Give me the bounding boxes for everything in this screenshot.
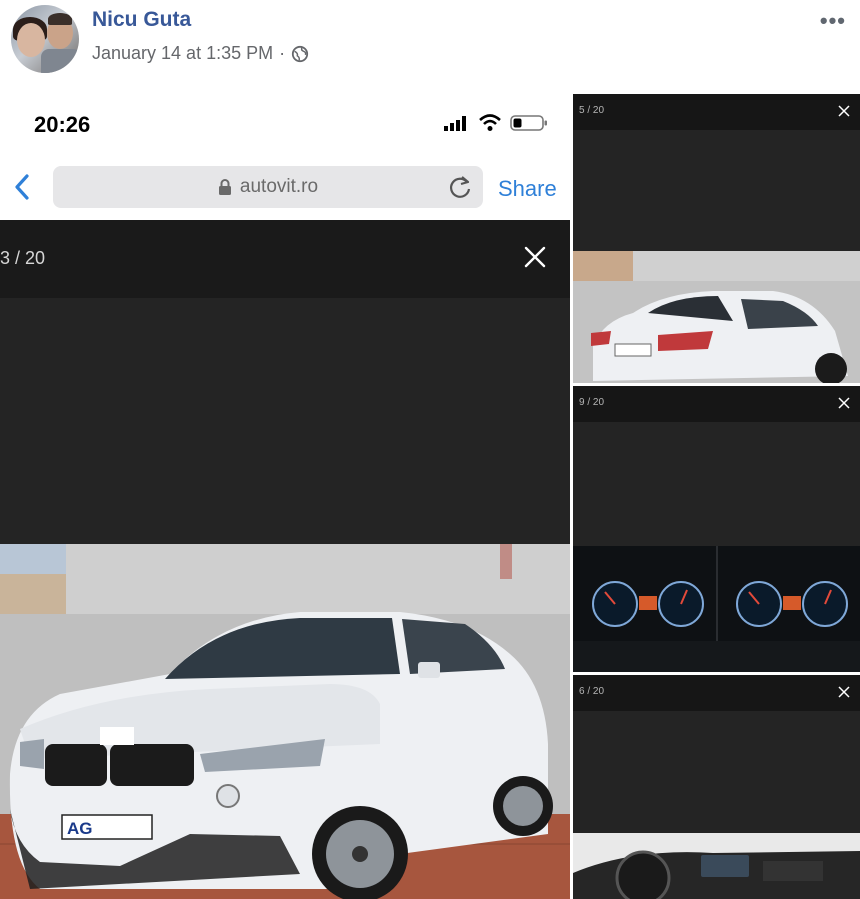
gallery-header: 3 / 20	[0, 220, 570, 298]
share-button[interactable]: Share	[498, 176, 557, 202]
close-icon[interactable]	[524, 246, 546, 268]
interior-dashboard-image	[573, 833, 860, 899]
wifi-icon	[479, 114, 501, 131]
status-clock: 20:26	[34, 112, 91, 137]
instrument-cluster-image	[573, 546, 860, 672]
signal-icon	[444, 116, 466, 131]
thumbnail-header: 9 / 20	[573, 386, 860, 422]
thumbnail-header: 5 / 20	[573, 94, 860, 130]
gallery-counter: 3 / 20	[0, 248, 46, 268]
car-photo-rear	[573, 251, 860, 383]
car-photo-front[interactable]: AG	[0, 544, 570, 899]
interior-dashboard-photo	[573, 833, 860, 899]
thumbnail-empty-area	[573, 422, 860, 546]
reload-icon[interactable]	[447, 174, 473, 200]
thumbnail-counter: 5 / 20	[579, 105, 605, 116]
white-suv-rear-image	[573, 251, 860, 383]
thumbnail-empty-area	[573, 130, 860, 251]
more-options-icon[interactable]: •••	[820, 8, 846, 34]
url-text: autovit.ro	[239, 176, 319, 197]
thumbnail-empty-area	[573, 711, 860, 833]
close-icon[interactable]	[838, 105, 850, 117]
globe-icon[interactable]	[291, 45, 309, 63]
author-avatar[interactable]	[11, 5, 79, 73]
instrument-cluster-photo	[573, 546, 860, 672]
post-timestamp[interactable]: January 14 at 1:35 PM	[92, 43, 273, 64]
plate-text: AG	[67, 819, 93, 838]
battery-icon	[510, 115, 547, 131]
thumbnail-header: 6 / 20	[573, 675, 860, 711]
thumbnail-1[interactable]: 5 / 20	[573, 94, 860, 383]
white-suv-front-image: AG	[0, 544, 570, 899]
main-screenshot[interactable]: 20:26 autovit.ro Share 3 / 20 AG	[0, 94, 570, 899]
close-icon[interactable]	[838, 686, 850, 698]
meta-separator: ·	[279, 43, 286, 63]
lock-icon	[218, 179, 231, 195]
close-icon[interactable]	[838, 397, 850, 409]
status-icons	[444, 114, 548, 132]
ios-status-bar: 20:26	[0, 94, 570, 156]
back-chevron-icon[interactable]	[10, 172, 34, 202]
thumbnail-counter: 9 / 20	[579, 397, 605, 408]
thumbnail-counter: 6 / 20	[579, 686, 605, 697]
post-meta: January 14 at 1:35 PM ·	[92, 43, 309, 64]
author-name-link[interactable]: Nicu Guta	[92, 8, 191, 32]
gallery-empty-area	[0, 298, 570, 544]
url-field[interactable]: autovit.ro	[53, 166, 483, 208]
post-header: Nicu Guta January 14 at 1:35 PM · •••	[0, 0, 860, 94]
thumbnail-2[interactable]: 9 / 20	[573, 386, 860, 672]
thumbnail-3[interactable]: 6 / 20	[573, 675, 860, 899]
safari-toolbar: autovit.ro Share	[0, 156, 570, 220]
